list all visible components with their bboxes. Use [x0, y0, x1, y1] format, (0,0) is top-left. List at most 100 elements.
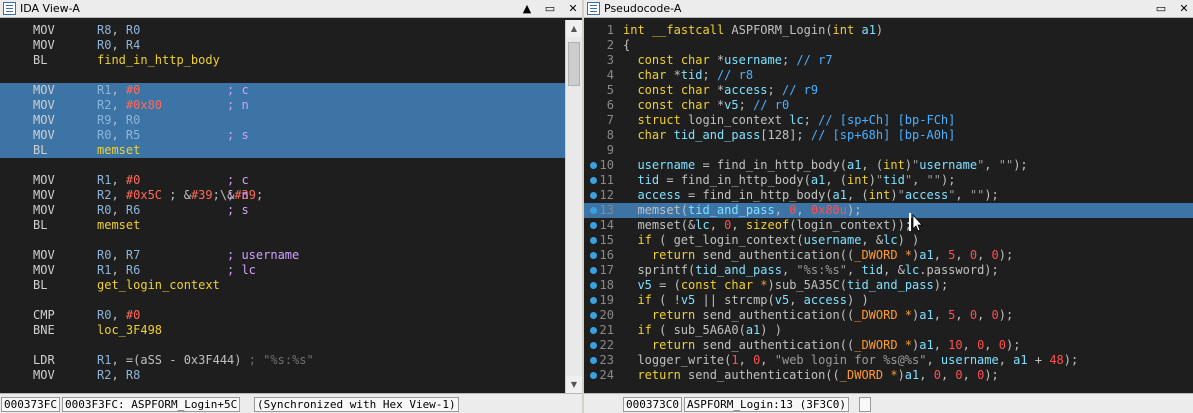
pseudocode-line[interactable]: 22 return send_authentication((_DWORD *)… — [584, 338, 1193, 353]
pin-icon[interactable]: ▲ — [520, 1, 534, 16]
float-window-icon[interactable]: ▭ — [1154, 1, 1168, 16]
disasm-operand: R2, R8 — [97, 368, 141, 382]
pseudocode-line[interactable]: 8 char tid_and_pass[128]; // [sp+68h] [b… — [584, 128, 1193, 143]
line-number: 24 — [599, 368, 614, 382]
pseudocode-line[interactable]: 3 const char *username; // r7 — [584, 53, 1193, 68]
disasm-mnemonic: MOV — [33, 98, 55, 112]
pseudocode-line[interactable]: 15 if ( get_login_context(username, &lc)… — [584, 233, 1193, 248]
disasm-line[interactable] — [0, 338, 582, 353]
pseudocode-line[interactable]: 23 logger_write(1, 0, "web login for %s@… — [584, 353, 1193, 368]
disasm-line[interactable]: BNE loc_3F498 — [0, 323, 582, 338]
pseudocode-line[interactable]: 9 — [584, 143, 1193, 158]
scroll-down-icon[interactable]: ▼ — [566, 376, 582, 393]
disasm-mnemonic: MOV — [33, 263, 55, 277]
pseudocode-text: const char *access; // r9 — [637, 83, 819, 97]
line-number: 23 — [599, 353, 614, 367]
pseudocode-line[interactable]: 10 username = find_in_http_body(a1, (int… — [584, 158, 1193, 173]
pseudocode-line[interactable]: 14 memset(&lc, 0, sizeof(login_context))… — [584, 218, 1193, 233]
disassembly-listing[interactable]: MOV R8, R0 MOV R0, R4 BL find_in_http_body MOV… — [0, 23, 582, 393]
pseudocode-text: const char *v5; // r0 — [637, 98, 790, 112]
pseudocode-line[interactable]: 16 return send_authentication((_DWORD *)… — [584, 248, 1193, 263]
disasm-comment: ; c — [227, 173, 249, 187]
pseudocode-line[interactable]: 5 const char *access; // r9 — [584, 83, 1193, 98]
disasm-line[interactable]: MOV R8, R0 — [0, 23, 582, 38]
disasm-comment: ; n — [227, 188, 249, 202]
pseudocode-text: access = find_in_http_body(a1, (int)"acc… — [637, 188, 999, 202]
disasm-line[interactable]: MOV R0, R4 — [0, 38, 582, 53]
scroll-up-icon[interactable]: ▲ — [566, 20, 582, 37]
pseudocode-line[interactable]: 19 if ( !v5 || strcmp(v5, access) ) — [584, 293, 1193, 308]
disasm-mnemonic: MOV — [33, 83, 55, 97]
line-number: 1 — [606, 23, 614, 37]
disasm-line[interactable]: BL get_login_context — [0, 278, 582, 293]
pseudocode-line[interactable]: 6 const char *v5; // r0 — [584, 98, 1193, 113]
disasm-line[interactable] — [0, 293, 582, 308]
pseudocode-titlebar[interactable]: Pseudocode-A ▭ ✕ — [584, 0, 1193, 18]
disasm-line[interactable]: MOV R0, R6 ; s — [0, 203, 582, 218]
disasm-comment: ; c — [227, 83, 249, 97]
status-location: 0003F3FC: ASPFORM_Login+5C — [62, 397, 241, 412]
pseudocode-line[interactable]: 4 char *tid; // r8 — [584, 68, 1193, 83]
pseudocode-text: memset(tid_and_pass, 0, 0x80u); — [623, 203, 862, 217]
line-number: 14 — [599, 218, 614, 232]
disasm-operand: memset — [97, 218, 141, 232]
disasm-line[interactable]: MOV R2, #0x5C ; &#39;\&#39;; n — [0, 188, 582, 203]
disasm-line[interactable]: CMP R0, #0 — [0, 308, 582, 323]
disasm-line[interactable]: MOV R2, R8 — [0, 368, 582, 383]
pseudocode-text: return send_authentication((_DWORD *)a1,… — [651, 248, 1014, 262]
ida-view-pane[interactable]: IDA View-A ▲ ▭ ✕ MOV R8, R0 MOV R0, R4 BL fin… — [0, 0, 582, 413]
close-icon[interactable]: ✕ — [1177, 1, 1191, 16]
pseudocode-line[interactable]: 13 memset(tid_and_pass, 0, 0x80u); — [584, 203, 1193, 218]
ida-view-scrollbar[interactable]: ▲ ▼ — [565, 20, 582, 393]
disasm-line[interactable]: BL memset — [0, 143, 582, 158]
pseudocode-line[interactable]: 1 int __fastcall ASPFORM_Login(int a1) — [584, 23, 1193, 38]
disasm-line[interactable]: MOV R1, #0 ; c — [0, 173, 582, 188]
pseudocode-line[interactable]: 17 sprintf(tid_and_pass, "%s:%s", tid, &… — [584, 263, 1193, 278]
disasm-line[interactable]: BL find_in_http_body — [0, 53, 582, 68]
disasm-operand: find_in_http_body — [97, 53, 220, 67]
disasm-operand: R0, R5 — [97, 128, 141, 142]
disasm-line[interactable] — [0, 158, 582, 173]
disasm-line[interactable]: MOV R2, #0x80 ; n — [0, 98, 582, 113]
disasm-line[interactable]: MOV R9, R0 — [0, 113, 582, 128]
disasm-line[interactable] — [0, 68, 582, 83]
disasm-line[interactable]: BL memset — [0, 218, 582, 233]
disasm-comment: ; username — [227, 248, 300, 262]
disasm-line[interactable]: MOV R1, #0 ; c — [0, 83, 582, 98]
line-number: 17 — [599, 263, 614, 277]
pseudocode-line[interactable]: 7 struct login_context lc; // [sp+Ch] [b… — [584, 113, 1193, 128]
disasm-operand: R1, R6 — [97, 263, 141, 277]
disasm-line[interactable]: MOV R0, R7 ; username — [0, 248, 582, 263]
ida-view-titlebar[interactable]: IDA View-A ▲ ▭ ✕ — [0, 0, 582, 18]
pseudocode-line[interactable]: 12 access = find_in_http_body(a1, (int)"… — [584, 188, 1193, 203]
pseudocode-line[interactable]: 21 if ( sub_5A6A0(a1) ) — [584, 323, 1193, 338]
pseudocode-text: return send_authentication((_DWORD *)a1,… — [651, 308, 1014, 322]
line-number: 19 — [599, 293, 614, 307]
listing-icon — [3, 2, 16, 15]
line-number: 22 — [599, 338, 614, 352]
close-icon[interactable]: ✕ — [566, 1, 580, 16]
pseudocode-line[interactable]: 24 return send_authentication((_DWORD *)… — [584, 368, 1193, 383]
pseudocode-text: { — [623, 38, 631, 52]
pseudocode-text: if ( !v5 || strcmp(v5, access) ) — [637, 293, 869, 307]
pseudocode-text: int __fastcall ASPFORM_Login(int a1) — [623, 23, 884, 37]
disasm-operand: R0, R7 — [97, 248, 141, 262]
pseudocode-line[interactable]: 18 v5 = (const char *)sub_5A35C(tid_and_… — [584, 278, 1193, 293]
pseudocode-line[interactable]: 2{ — [584, 38, 1193, 53]
disasm-line[interactable] — [0, 233, 582, 248]
disasm-mnemonic: BL — [33, 278, 48, 292]
pseudocode-listing[interactable]: 1 int __fastcall ASPFORM_Login(int a1) 2{3… — [584, 23, 1193, 393]
float-window-icon[interactable]: ▭ — [543, 1, 557, 16]
scroll-thumb[interactable] — [568, 42, 580, 86]
pseudocode-text: memset(&lc, 0, sizeof(login_context)); — [623, 218, 913, 232]
disasm-line[interactable]: MOV R1, R6 ; lc — [0, 263, 582, 278]
disasm-mnemonic: BL — [33, 143, 48, 157]
disasm-line[interactable]: LDR R1, =(aSS - 0x3F444) ; "%s:%s" — [0, 353, 582, 368]
pseudocode-line[interactable]: 20 return send_authentication((_DWORD *)… — [584, 308, 1193, 323]
status-extra — [859, 397, 871, 412]
disasm-line[interactable]: MOV R0, R5 ; s — [0, 128, 582, 143]
pseudocode-pane[interactable]: Pseudocode-A ▭ ✕ 1 int __fastcall ASPFORM… — [584, 0, 1193, 413]
ida-view-statusbar: 000373FC 0003F3FC: ASPFORM_Login+5C (Syn… — [0, 393, 582, 413]
disasm-mnemonic: BNE — [33, 323, 55, 337]
pseudocode-line[interactable]: 11 tid = find_in_http_body(a1, (int)"tid… — [584, 173, 1193, 188]
